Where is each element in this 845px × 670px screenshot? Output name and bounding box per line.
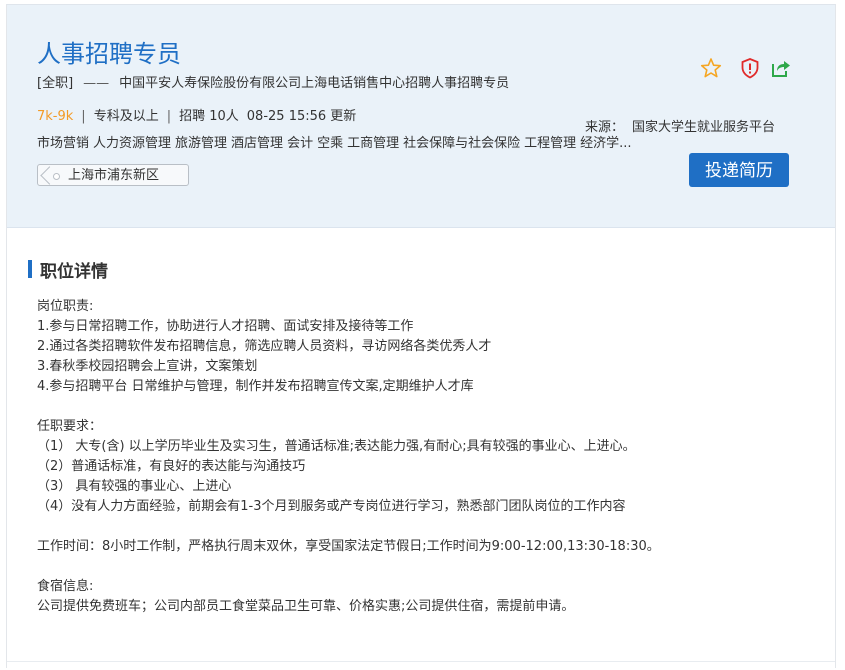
description-line: 4.参与招聘平台 日常维护与管理，制作并发布招聘宣传文案,定期维护人才库 <box>37 379 474 394</box>
meta-separator: | <box>81 109 86 124</box>
description-line: 3.春秋季校园招聘会上宣讲，文案策划 <box>37 359 258 374</box>
major-tag: 社会保障与社会保险 <box>403 136 521 151</box>
meta-separator: | <box>166 109 172 124</box>
section-bar <box>28 260 32 278</box>
location-label: 上海市浦东新区 <box>68 168 160 183</box>
description-line: （4）没有人力方面经验，前期会有1-3个月到服务或产专岗位进行学习，熟悉部门团队… <box>37 499 626 514</box>
company-name[interactable]: 中国平安人寿保险股份有限公司上海电话销售中心招聘人事招聘专员 <box>119 76 509 91</box>
bottom-divider <box>7 661 835 662</box>
share-icon[interactable] <box>770 57 792 79</box>
apply-resume-button[interactable]: 投递简历 <box>689 153 789 187</box>
tag-hole <box>53 173 60 180</box>
headcount: 招聘 10人 <box>179 109 239 124</box>
job-subtitle: [全职] —— 中国平安人寿保险股份有限公司上海电话销售中心招聘人事招聘专员 <box>37 72 509 91</box>
job-meta: 7k-9k | 专科及以上 | 招聘 10人 08-25 15:56 更新 <box>37 105 356 124</box>
description-line: 公司提供免费班车；公司内部员工食堂菜品卫生可靠、价格实惠;公司提供住宿，需提前申… <box>37 599 575 614</box>
source-value: 国家大学生就业服务平台 <box>632 120 776 135</box>
major-tag: 工程管理 <box>524 136 577 151</box>
job-description: 岗位职责: 1.参与日常招聘工作，协助进行人才招聘、面试安排及接待等工作 2.通… <box>37 297 817 617</box>
description-line <box>37 557 817 577</box>
shield-icon[interactable] <box>739 57 761 79</box>
star-icon[interactable] <box>700 57 722 79</box>
major-tag: 经济学... <box>580 136 632 151</box>
description-line: 2.通过各类招聘软件发布招聘信息，筛选应聘人员资料，寻访网络各类优秀人才 <box>37 339 492 354</box>
description-line: （3） 具有较强的事业心、上进心 <box>37 479 232 494</box>
major-tag: 酒店管理 <box>231 136 284 151</box>
job-header: 人事招聘专员 [全职] —— 中国平安人寿保险股份有限公司上海电话销售中心招聘人事招… <box>7 5 835 228</box>
job-page: 人事招聘专员 [全职] —— 中国平安人寿保险股份有限公司上海电话销售中心招聘人事招… <box>6 4 836 668</box>
subtitle-dash: —— <box>83 76 110 91</box>
job-title: 人事招聘专员 <box>37 40 181 68</box>
source-label: 来源： <box>585 120 625 135</box>
education: 专科及以上 <box>93 109 159 124</box>
salary: 7k-9k <box>37 109 74 124</box>
description-line: 岗位职责: <box>37 299 94 314</box>
description-line: 食宿信息: <box>37 579 94 594</box>
major-tags: 市场营销 人力资源管理 旅游管理 酒店管理 会计 空乘 工商管理 社会保障与社会保险 工程管理经… <box>37 132 677 151</box>
section-title: 职位详情 <box>40 262 108 282</box>
description-line: 任职要求： <box>37 419 103 434</box>
major-tag: 工商管理 <box>347 136 400 151</box>
description-line <box>37 397 817 417</box>
source-info: 来源： 国家大学生就业服务平台 <box>585 116 775 135</box>
description-line: （1） 大专(含) 以上学历毕业生及实习生，普通话标准;表达能力强,有耐心;具有… <box>37 439 636 454</box>
major-tag: 旅游管理 <box>175 136 228 151</box>
major-tag: 人力资源管理 <box>93 136 172 151</box>
major-tag: 空乘 <box>317 136 344 151</box>
description-line: （2）普通话标准，有良好的表达能与沟通技巧 <box>37 459 306 474</box>
description-line <box>37 517 817 537</box>
update-time: 08-25 15:56 更新 <box>246 109 357 124</box>
description-line: 1.参与日常招聘工作，协助进行人才招聘、面试安排及接待等工作 <box>37 319 414 334</box>
job-type: [全职] <box>37 76 74 91</box>
major-tag: 会计 <box>287 136 314 151</box>
location-tag[interactable]: 上海市浦东新区 <box>37 164 189 186</box>
major-tag: 市场营销 <box>37 136 90 151</box>
description-line: 工作时间：8小时工作制，严格执行周末双休，享受国家法定节假日;工作时间为9:00… <box>37 539 660 554</box>
